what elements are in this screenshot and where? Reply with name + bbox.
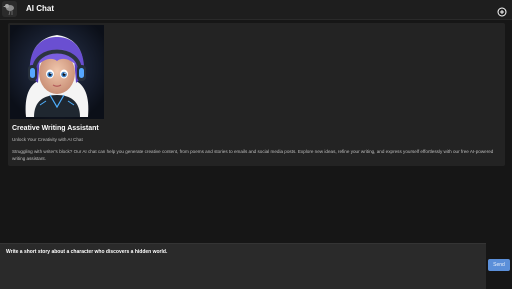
message-input-text[interactable]: Write a short story about a character wh… — [6, 249, 476, 255]
assistant-description: Struggling with writer's block? Our AI c… — [12, 149, 494, 161]
send-button[interactable]: Send — [488, 259, 510, 271]
assistant-title: Creative Writing Assistant — [12, 125, 99, 132]
headphones-girl-avatar — [10, 25, 104, 119]
message-input[interactable]: Write a short story about a character wh… — [0, 243, 486, 289]
plus-circle-icon[interactable] — [497, 4, 507, 17]
assistant-subtitle: Unlock Your Creativity with AI Chat — [12, 137, 83, 142]
top-bar: AI Chat — [0, 0, 512, 20]
bird-logo-icon[interactable] — [2, 1, 17, 17]
app-title: AI Chat — [26, 4, 54, 13]
assistant-card: Creative Writing Assistant Unlock Your C… — [8, 23, 505, 166]
